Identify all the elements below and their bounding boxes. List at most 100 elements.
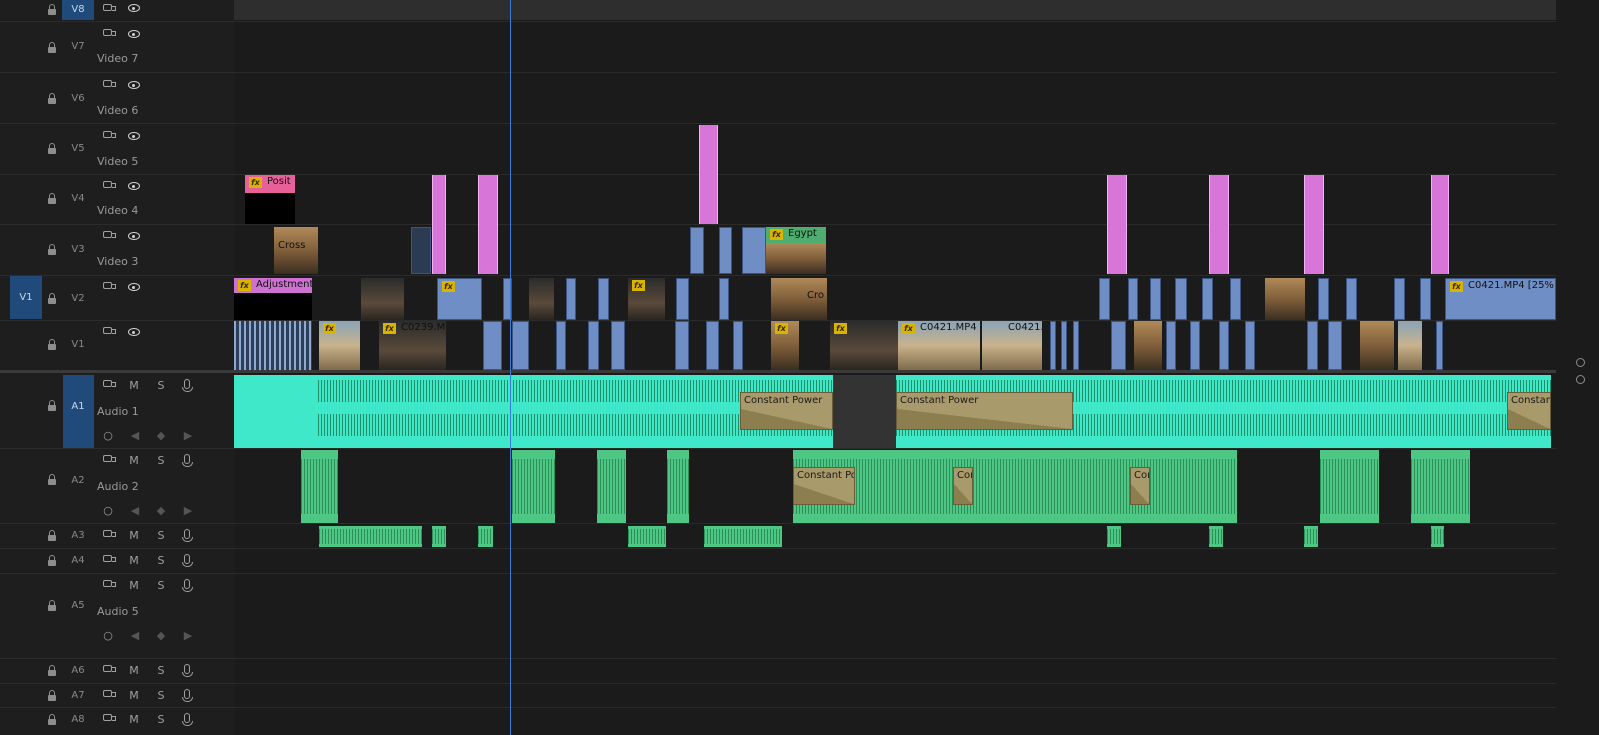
- sync-lock-icon[interactable]: [103, 231, 116, 238]
- video-clip[interactable]: [1073, 321, 1079, 370]
- eye-icon[interactable]: [128, 4, 140, 12]
- sync-lock-icon[interactable]: [103, 580, 116, 587]
- keyframe-toggle-icon[interactable]: ○: [101, 430, 115, 442]
- eye-icon[interactable]: [128, 232, 140, 240]
- video-clip[interactable]: [1111, 321, 1126, 370]
- lock-icon[interactable]: [47, 714, 57, 726]
- adjustment-clip-posit[interactable]: fx Posit: [245, 175, 295, 193]
- c0421-clip[interactable]: fx C0421.MP4: [898, 321, 980, 370]
- sync-lock-icon[interactable]: [103, 327, 116, 334]
- sync-lock-icon[interactable]: [103, 455, 116, 462]
- video-clip[interactable]: [1175, 278, 1187, 320]
- audio-clip[interactable]: [478, 526, 493, 547]
- lock-icon[interactable]: [47, 293, 57, 305]
- sync-lock-icon[interactable]: [103, 380, 116, 387]
- sync-lock-icon[interactable]: [103, 4, 116, 11]
- video-clip[interactable]: [611, 321, 625, 370]
- video-clip[interactable]: [1346, 278, 1357, 320]
- video-clip[interactable]: [1202, 278, 1213, 320]
- egypt-clip[interactable]: fx Egypt: [766, 227, 826, 243]
- track-name-v2[interactable]: V2: [62, 293, 94, 304]
- video-clip[interactable]: fx: [628, 278, 665, 320]
- next-keyframe-icon[interactable]: ▶: [181, 430, 195, 442]
- video-clip[interactable]: [1050, 321, 1056, 370]
- lock-icon[interactable]: [47, 143, 57, 155]
- next-keyframe-icon[interactable]: ▶: [181, 630, 195, 642]
- sync-lock-icon[interactable]: [103, 555, 116, 562]
- nested-clip[interactable]: [1107, 175, 1127, 274]
- cro-clip[interactable]: Cro: [771, 278, 827, 320]
- adjustment-layer-clip[interactable]: fx Adjustment: [234, 278, 312, 293]
- mute-button[interactable]: M: [127, 530, 141, 542]
- microphone-icon[interactable]: [182, 379, 193, 392]
- video-clip[interactable]: [483, 321, 502, 370]
- microphone-icon[interactable]: [182, 554, 193, 567]
- cross-clip[interactable]: Cross: [274, 227, 318, 274]
- clip-thumbnail[interactable]: [245, 193, 295, 224]
- video-clip[interactable]: [676, 278, 689, 320]
- video-clip[interactable]: [512, 321, 529, 370]
- video-clip[interactable]: fx: [771, 321, 799, 370]
- source-patch-v1[interactable]: V1: [10, 276, 42, 319]
- zoom-handle-icon[interactable]: [1576, 358, 1585, 367]
- audio-gap[interactable]: [833, 375, 896, 448]
- prev-keyframe-icon[interactable]: ◀: [128, 630, 142, 642]
- video-clip[interactable]: [1265, 278, 1305, 320]
- solo-button[interactable]: S: [154, 690, 168, 702]
- track-name-a4[interactable]: A4: [62, 555, 94, 566]
- track-name-a5[interactable]: A5: [62, 600, 94, 611]
- lock-icon[interactable]: [47, 665, 57, 677]
- nested-clip[interactable]: [1304, 175, 1324, 274]
- lock-icon[interactable]: [47, 600, 57, 612]
- lock-icon[interactable]: [47, 400, 57, 412]
- video-clip[interactable]: [1099, 278, 1110, 320]
- constant-power-transition[interactable]: Constant Power: [740, 392, 833, 430]
- lock-icon[interactable]: [47, 690, 57, 702]
- video-clip[interactable]: [719, 227, 732, 274]
- video-clip[interactable]: [411, 227, 431, 274]
- audio-clip[interactable]: [512, 450, 555, 523]
- constant-power-transition[interactable]: Constant I: [1507, 392, 1551, 430]
- video-clip[interactable]: [1219, 321, 1229, 370]
- video-clip[interactable]: [1128, 278, 1138, 320]
- lock-icon[interactable]: [47, 42, 57, 54]
- sync-lock-icon[interactable]: [103, 690, 116, 697]
- clip-thumbnail[interactable]: [234, 293, 312, 320]
- track-name-v6[interactable]: V6: [62, 93, 94, 104]
- video-clip[interactable]: [675, 321, 689, 370]
- audio-clip[interactable]: [1411, 450, 1470, 523]
- video-clip[interactable]: [706, 321, 719, 370]
- mute-button[interactable]: M: [127, 555, 141, 567]
- eye-icon[interactable]: [128, 132, 140, 140]
- video-clip[interactable]: [598, 278, 609, 320]
- add-keyframe-icon[interactable]: ◆: [154, 505, 168, 517]
- audio-clip[interactable]: [319, 526, 422, 547]
- audio-clip[interactable]: [301, 450, 338, 523]
- prev-keyframe-icon[interactable]: ◀: [128, 505, 142, 517]
- audio-clip[interactable]: [704, 526, 782, 547]
- video-clip[interactable]: [1318, 278, 1329, 320]
- audio-clip[interactable]: [628, 526, 666, 547]
- next-keyframe-icon[interactable]: ▶: [181, 505, 195, 517]
- eye-icon[interactable]: [128, 182, 140, 190]
- vertical-scrollbar[interactable]: [1556, 0, 1599, 735]
- mute-button[interactable]: M: [127, 690, 141, 702]
- microphone-icon[interactable]: [182, 664, 193, 677]
- sync-lock-icon[interactable]: [103, 530, 116, 537]
- video-clip[interactable]: [1398, 321, 1422, 370]
- nested-clip[interactable]: [1209, 175, 1229, 274]
- c0421-clip-b[interactable]: C0421.: [982, 321, 1042, 370]
- lock-icon[interactable]: [47, 4, 57, 16]
- solo-button[interactable]: S: [154, 555, 168, 567]
- constant-power-transition[interactable]: Constant Power: [896, 392, 1073, 430]
- sync-lock-icon[interactable]: [103, 181, 116, 188]
- track-name-a2[interactable]: A2: [62, 475, 94, 486]
- solo-button[interactable]: S: [154, 530, 168, 542]
- add-keyframe-icon[interactable]: ◆: [154, 430, 168, 442]
- video-clip[interactable]: [1134, 321, 1162, 370]
- c0421-25-clip[interactable]: fx C0421.MP4 [25%]: [1445, 278, 1556, 320]
- mute-button[interactable]: M: [127, 580, 141, 592]
- audio-clip[interactable]: [1431, 526, 1444, 547]
- nested-clip[interactable]: [1431, 175, 1449, 274]
- lock-icon[interactable]: [47, 339, 57, 351]
